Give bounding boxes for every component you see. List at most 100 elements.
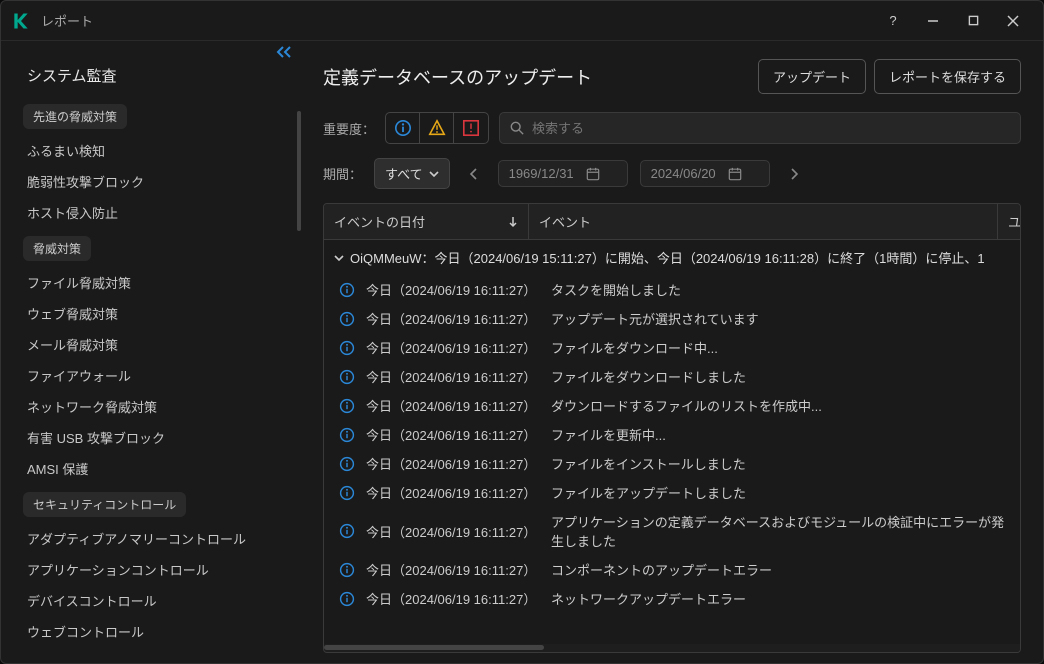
row-event: アプリケーションの定義データベースおよびモジュールの検証中にエラーが発生しました [551,512,1010,550]
table-body: OiQMMeuW：今日（2024/06/19 15:11:27）に開始、今日（2… [324,240,1020,644]
sidebar-item[interactable]: ウェブコントロール [1,616,301,647]
scrollbar-thumb[interactable] [324,645,544,650]
table-row[interactable]: 今日（2024/06/19 16:11:27）ファイルをダウンロード中... [324,333,1020,362]
row-event: ダウンロードするファイルのリストを作成中... [551,396,1010,415]
events-table: イベントの日付 イベント ユ [323,203,1021,653]
severity-label: 重要度： [323,119,375,138]
info-icon [338,562,356,578]
help-button[interactable]: ? [873,6,913,36]
sidebar-item[interactable]: デバイスコントロール [1,585,301,616]
row-date: 今日（2024/06/19 16:11:27） [366,454,541,473]
sidebar-item[interactable]: ファイアウォール [1,360,301,391]
titlebar: レポート ? [1,1,1043,41]
calendar-icon [728,167,742,181]
sidebar-group-advanced: 先進の脅威対策 [23,104,127,129]
table-row[interactable]: 今日（2024/06/19 16:11:27） ファイルをアップデートしました [324,478,1020,507]
info-icon [338,591,356,607]
main-panel: 定義データベースのアップデート アップデート レポートを保存する 重要度： [301,41,1043,663]
table-row[interactable]: 今日（2024/06/19 16:11:27） アップデート元が選択されています [324,304,1020,333]
row-event: アップデート元が選択されています [551,309,1010,328]
severity-info-button[interactable] [386,113,420,143]
table-header: イベントの日付 イベント ユ [324,204,1020,240]
row-event: ネットワークアップデートエラー [551,589,1010,608]
sort-desc-icon [508,216,518,228]
date-to-value: 2024/06/20 [651,166,716,181]
period-select[interactable]: すべて [374,158,450,189]
row-date: 今日（2024/06/19 16:11:27） [366,425,541,444]
severity-critical-button[interactable] [454,113,488,143]
column-extra-label: ユ [1008,212,1021,231]
sidebar-item[interactable]: ネットワーク脅威対策 [1,391,301,422]
save-report-button[interactable]: レポートを保存する [874,59,1021,94]
minimize-button[interactable] [913,6,953,36]
table-row[interactable]: 今日（2024/06/19 16:11:27）ネットワークアップデートエラー [324,584,1020,613]
date-from-input[interactable]: 1969/12/31 [498,160,628,187]
period-label: 期間： [323,164,362,183]
info-icon [338,311,356,327]
table-row[interactable]: 今日（2024/06/19 16:11:27） ダウンロードするファイルのリストを… [324,391,1020,420]
severity-warning-button[interactable] [420,113,454,143]
sidebar-item[interactable]: 脆弱性攻撃ブロック [1,166,301,197]
row-event: ファイルを更新中... [551,425,1010,444]
row-date: 今日（2024/06/19 16:11:27） [366,483,541,502]
info-icon [338,485,356,501]
sidebar-scrollbar[interactable] [297,111,301,231]
info-icon [338,398,356,414]
table-group-row[interactable]: OiQMMeuW：今日（2024/06/19 15:11:27）に開始、今日（2… [324,240,1020,275]
row-date: 今日（2024/06/19 16:11:27） [366,396,541,415]
period-select-value: すべて [385,164,423,183]
horizontal-scrollbar[interactable] [324,644,1020,652]
row-date: 今日（2024/06/19 16:11:27） [366,309,541,328]
sidebar-heading[interactable]: システム監査 [1,57,301,96]
search-box[interactable] [499,112,1021,144]
sidebar-item[interactable]: アダプティブアノマリーコントロール [1,523,301,554]
date-prev-button[interactable] [462,162,486,186]
table-row[interactable]: 今日（2024/06/19 16:11:27） ファイルをダウンロードしました [324,362,1020,391]
sidebar-item[interactable]: ウェブ脅威対策 [1,298,301,329]
table-row[interactable]: 今日（2024/06/19 16:11:27） アプリケーションの定義データベース… [324,507,1020,555]
row-event: タスクを開始しました [551,280,1010,299]
main-header: 定義データベースのアップデート アップデート レポートを保存する [323,59,1021,94]
sidebar-item[interactable]: メール脅威対策 [1,329,301,360]
sidebar-group-security: セキュリティコントロール [23,492,186,517]
collapse-sidebar-icon[interactable] [275,45,293,59]
sidebar-item[interactable]: アプリケーションコントロール [1,554,301,585]
sidebar-item[interactable]: 有害 USB 攻撃ブロック [1,422,301,453]
sidebar: システム監査 先進の脅威対策 ふるまい検知 脆弱性攻撃ブロック ホスト侵入防止 … [1,41,301,663]
column-extra[interactable]: ユ [998,204,1020,239]
sidebar-item[interactable]: ファイル脅威対策 [1,267,301,298]
calendar-icon [586,167,600,181]
sidebar-item[interactable]: AMSI 保護 [1,453,301,484]
group-row-text: OiQMMeuW：今日（2024/06/19 15:11:27）に開始、今日（2… [350,248,985,267]
row-event: ファイルをアップデートしました [551,483,1010,502]
chevron-down-icon [429,170,439,178]
body: システム監査 先進の脅威対策 ふるまい検知 脆弱性攻撃ブロック ホスト侵入防止 … [1,41,1043,663]
column-event[interactable]: イベント [529,204,998,239]
info-icon [338,523,356,539]
table-row[interactable]: 今日（2024/06/19 16:11:27） タスクを開始しました [324,275,1020,304]
table-row[interactable]: 今日（2024/06/19 16:11:27） ファイルを更新中... [324,420,1020,449]
app-window: レポート ? システム監査 先進の脅威対策 ふるまい検知 脆弱性攻撃ブロック ホ… [0,0,1044,664]
filter-row: 重要度： [323,112,1021,144]
date-next-button[interactable] [782,162,806,186]
table-row[interactable]: 今日（2024/06/19 16:11:27） ファイルをインストールしました [324,449,1020,478]
maximize-button[interactable] [953,6,993,36]
column-event-label: イベント [539,212,591,231]
info-icon [338,456,356,472]
row-date: 今日（2024/06/19 16:11:27） [366,522,541,541]
row-date: 今日（2024/06/19 16:11:27） [366,280,541,299]
row-date: 今日（2024/06/19 16:11:27） [366,560,541,579]
date-to-input[interactable]: 2024/06/20 [640,160,770,187]
sidebar-item[interactable]: ホスト侵入防止 [1,197,301,228]
info-icon [338,282,356,298]
search-input[interactable] [532,121,1010,136]
row-event: ファイルをインストールしました [551,454,1010,473]
row-date: 今日（2024/06/19 16:11:27） [366,367,541,386]
update-button[interactable]: アップデート [758,59,866,94]
sidebar-item[interactable]: ふるまい検知 [1,135,301,166]
info-icon [338,369,356,385]
row-event: ファイルをダウンロードしました [551,367,1010,386]
column-date[interactable]: イベントの日付 [324,204,529,239]
close-button[interactable] [993,6,1033,36]
table-row[interactable]: 今日（2024/06/19 16:11:27）コンポーネントのアップデートエラー [324,555,1020,584]
